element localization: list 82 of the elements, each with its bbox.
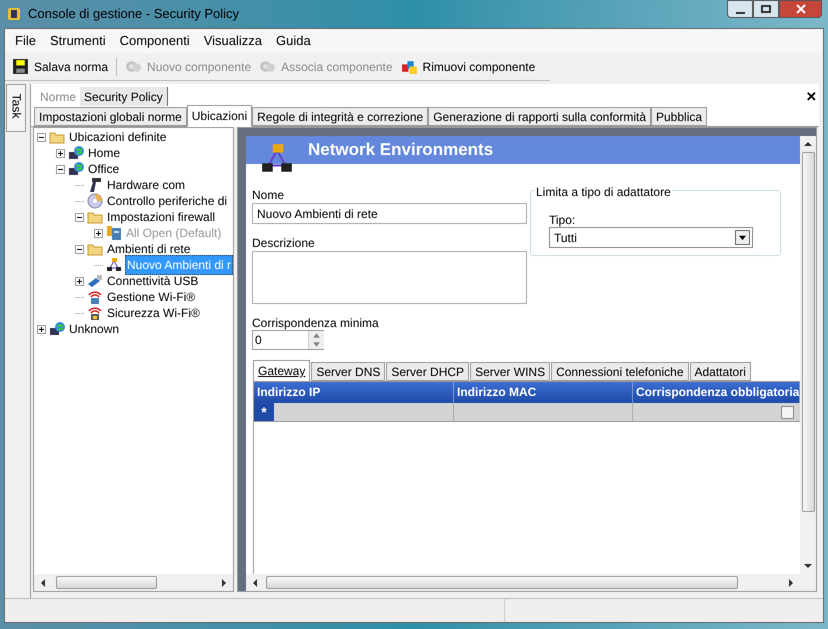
tree-item[interactable]: Home xyxy=(87,144,122,162)
scroll-left-icon xyxy=(251,578,259,586)
expander-button[interactable] xyxy=(75,244,84,254)
menu-item[interactable]: Strumenti xyxy=(42,31,113,51)
scroll-right-icon xyxy=(787,578,796,586)
horizontal-scrollbar[interactable] xyxy=(34,574,233,591)
document-tab[interactable]: Norme xyxy=(36,87,80,106)
scroll-right-icon xyxy=(220,578,228,586)
tab[interactable]: Adattatori xyxy=(690,362,751,381)
horizontal-scrollbar[interactable] xyxy=(246,574,800,591)
usb-plug-icon xyxy=(87,273,103,289)
close-button[interactable]: × xyxy=(806,88,820,104)
tab[interactable]: Server DNS xyxy=(311,362,386,381)
device-icon xyxy=(87,177,103,193)
field-label: Nome xyxy=(252,187,286,203)
disc-icon xyxy=(87,193,103,209)
tab[interactable]: Server DHCP xyxy=(386,362,470,381)
tab[interactable]: Connessioni telefoniche xyxy=(551,362,688,381)
menu-item[interactable]: File xyxy=(8,31,43,51)
side-tab[interactable]: Task xyxy=(6,84,26,132)
tree-item[interactable]: Connettività USB xyxy=(106,272,200,290)
scroll-up-icon xyxy=(804,140,812,148)
spin-down-icon xyxy=(309,340,324,349)
document-tab[interactable]: Security Policy xyxy=(80,87,168,106)
tab[interactable]: Server WINS xyxy=(470,362,550,381)
toolbar-button[interactable]: Salava norma xyxy=(9,56,112,78)
expander-button[interactable] xyxy=(75,212,84,222)
tree-item[interactable]: Controllo periferiche di xyxy=(106,192,228,210)
tree-item[interactable]: Office xyxy=(87,160,120,178)
tab[interactable]: Gateway xyxy=(253,360,310,381)
spin-up-icon xyxy=(309,331,324,340)
firewall-icon xyxy=(106,225,122,241)
globe-computer-icon xyxy=(49,321,65,337)
expander-button[interactable] xyxy=(56,148,65,158)
tree-item[interactable]: Hardware com xyxy=(106,176,186,194)
menu-item[interactable]: Componenti xyxy=(112,31,197,51)
globe-computer-icon xyxy=(68,161,84,177)
expander-button[interactable] xyxy=(37,324,46,334)
tab[interactable]: Regole di integrità e correzione xyxy=(252,107,428,126)
scroll-left-icon xyxy=(39,578,47,586)
tab[interactable]: Generazione di rapporti sulla conformità xyxy=(428,107,651,126)
number-spinner[interactable]: 0 xyxy=(252,330,324,350)
maximize-button[interactable] xyxy=(753,0,779,18)
network-nodes-icon xyxy=(106,257,122,273)
gears-icon xyxy=(125,58,142,75)
menu-item[interactable]: Guida xyxy=(269,31,318,51)
cubes-icon xyxy=(400,58,418,75)
new-row-marker: * xyxy=(254,403,274,421)
scroll-down-icon xyxy=(804,562,812,570)
dropdown-arrow-icon xyxy=(739,234,746,241)
toolbar-button[interactable]: Rimuovi componente xyxy=(398,56,538,78)
wifi-lock-icon xyxy=(87,305,103,321)
description-field[interactable] xyxy=(252,251,527,304)
tab[interactable]: Impostazioni globali norme xyxy=(34,107,187,126)
vertical-scrollbar[interactable] xyxy=(800,136,816,574)
expander-button[interactable] xyxy=(56,164,65,174)
tree-item[interactable]: Gestione Wi-Fi® xyxy=(106,288,196,306)
name-field[interactable]: Nuovo Ambienti di rete xyxy=(252,203,527,224)
close-window-button[interactable] xyxy=(779,0,822,18)
menu-item[interactable]: Visualizza xyxy=(196,31,269,51)
field-label: Corrispondenza minima xyxy=(252,315,380,330)
minimize-button[interactable] xyxy=(727,0,753,18)
field-label: Descrizione xyxy=(252,235,316,251)
tab[interactable]: Ubicazioni xyxy=(186,105,252,127)
window-title: Console di gestione - Security Policy xyxy=(28,5,240,24)
gears-icon xyxy=(259,58,276,75)
tab[interactable]: Pubblica xyxy=(651,107,708,126)
close-icon xyxy=(796,4,806,14)
expander-button[interactable] xyxy=(75,276,84,286)
app-icon xyxy=(6,6,22,22)
tree-item[interactable]: Unknown xyxy=(68,320,120,338)
tree-item[interactable]: Sicurezza Wi-Fi® xyxy=(106,304,201,322)
wifi-icon xyxy=(87,289,103,305)
tree-item[interactable]: Ambienti di rete xyxy=(106,240,192,258)
field-label: Tipo: xyxy=(549,212,576,226)
expander-button[interactable] xyxy=(37,132,46,142)
globe-computer-icon xyxy=(68,145,84,161)
panel-title: Network Environments xyxy=(308,139,494,162)
tree-item[interactable]: Impostazioni firewall xyxy=(106,208,216,226)
type-dropdown[interactable]: Tutti xyxy=(549,227,753,248)
tree-item[interactable]: Ubicazioni definite xyxy=(68,128,168,146)
checkbox[interactable] xyxy=(781,406,794,418)
